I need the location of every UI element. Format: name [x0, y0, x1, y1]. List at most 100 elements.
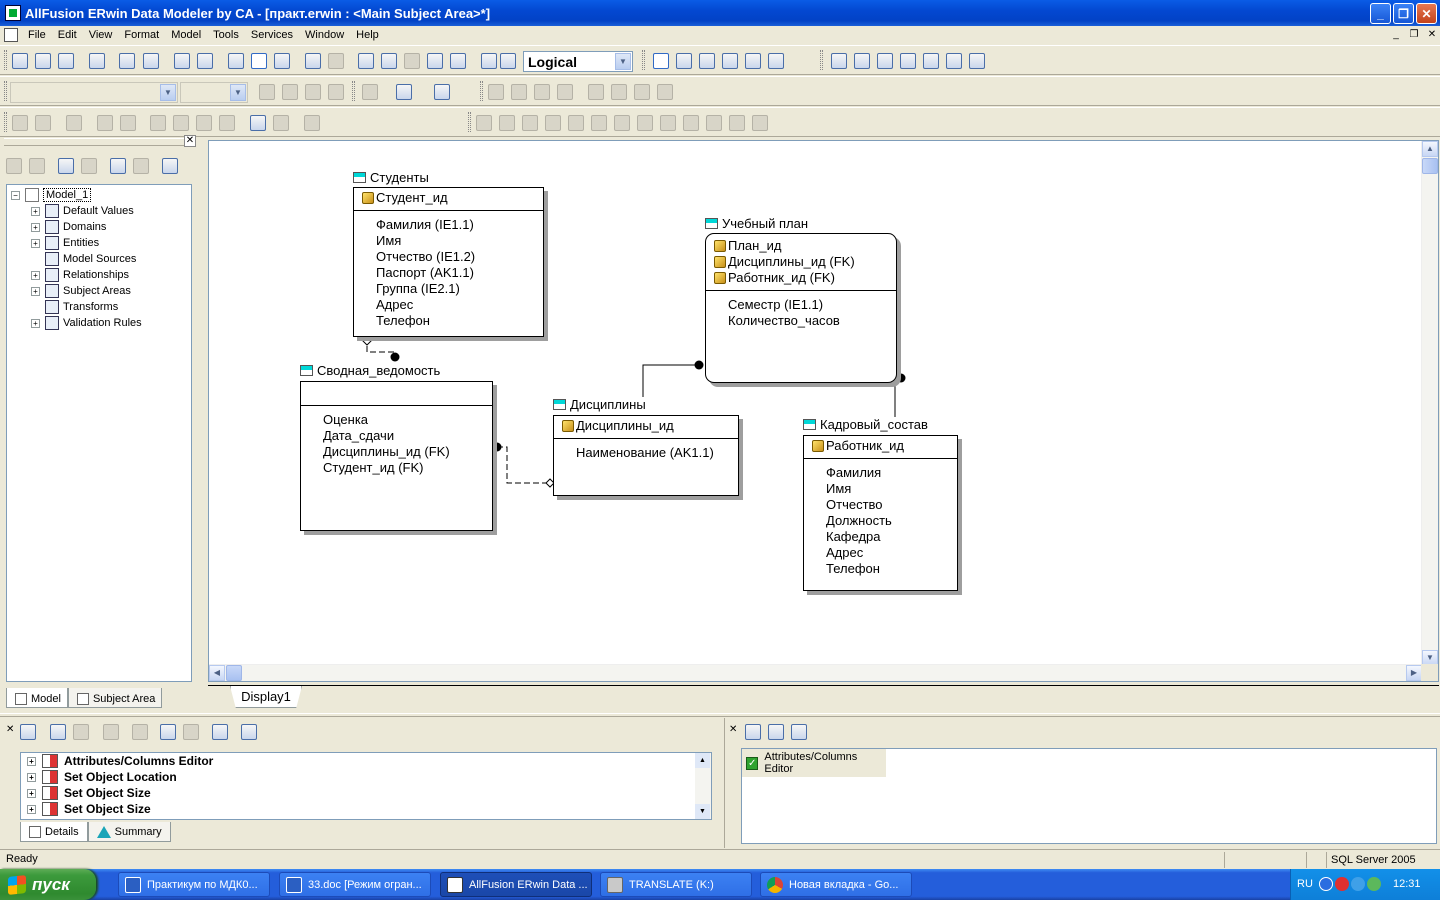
attribute[interactable]: Паспорт (AK1.1) — [376, 265, 543, 281]
font-name-select[interactable]: ▼ — [10, 82, 178, 103]
menu-help[interactable]: Help — [350, 29, 385, 41]
complete-compare-icon[interactable] — [174, 53, 190, 69]
menu-services[interactable]: Services — [245, 29, 299, 41]
expand-icon[interactable]: + — [27, 772, 36, 782]
vertical-scrollbar[interactable]: ▲ ▼ — [1421, 141, 1438, 666]
shape-tool-icon[interactable] — [946, 53, 962, 69]
redo-icon[interactable] — [328, 53, 344, 69]
italic-icon[interactable] — [282, 84, 298, 100]
editor-bookmark-icon[interactable] — [791, 724, 807, 740]
arrange-down-icon[interactable] — [614, 115, 630, 131]
tray-network-icon[interactable] — [1351, 877, 1365, 891]
list-item[interactable]: ✓ Attributes/Columns Editor — [742, 749, 886, 777]
list-item[interactable]: + Set Object Location — [21, 769, 711, 785]
scroll-up-icon[interactable]: ▲ — [695, 753, 710, 768]
erwin-app-icon[interactable] — [5, 5, 21, 21]
taskbar-item-doc[interactable]: 33.doc [Режим огран... — [279, 872, 431, 897]
toolbar-grip[interactable] — [4, 112, 7, 132]
entity-summary[interactable]: Оценка Дата_сдачи Дисциплины_ид (FK) Сту… — [300, 381, 493, 531]
lock-icon[interactable] — [66, 115, 82, 131]
action-filter-icon[interactable] — [212, 724, 228, 740]
list-item[interactable]: + Attributes/Columns Editor — [21, 753, 711, 769]
action-undo-icon[interactable] — [103, 724, 119, 740]
attribute[interactable]: Наименование (AK1.1) — [576, 445, 738, 461]
space-horizontal-icon[interactable] — [588, 84, 604, 100]
explorer-bookmark-icon[interactable] — [162, 158, 178, 174]
tree-item-domains[interactable]: + Domains — [31, 219, 106, 235]
make-same-size-icon[interactable] — [657, 84, 673, 100]
action-find-icon[interactable] — [50, 724, 66, 740]
attribute[interactable]: Телефон — [376, 313, 543, 329]
explorer-forward-icon[interactable] — [29, 158, 45, 174]
scroll-down-icon[interactable]: ▼ — [695, 804, 710, 819]
bold-icon[interactable] — [259, 84, 275, 100]
display-level-icon[interactable] — [481, 53, 497, 69]
chevron-down-icon[interactable]: ▼ — [230, 84, 246, 101]
list-item[interactable]: + Set Object Size — [21, 801, 711, 817]
entity-title-students[interactable]: Студенты — [353, 170, 429, 185]
scroll-thumb[interactable] — [226, 665, 242, 681]
start-button[interactable]: пуск — [0, 869, 96, 900]
find-replace-icon[interactable] — [143, 53, 159, 69]
zoom-in-icon[interactable] — [381, 53, 397, 69]
undo-icon[interactable] — [305, 53, 321, 69]
tab-model[interactable]: Model — [6, 688, 68, 708]
tree-item-validation-rules[interactable]: + Validation Rules — [31, 315, 142, 331]
layout-tree-icon[interactable] — [499, 115, 515, 131]
strikeout-icon[interactable] — [328, 84, 344, 100]
tab-subject-area[interactable]: Subject Area — [67, 688, 163, 708]
action-details-icon[interactable] — [20, 724, 36, 740]
layout-hierarchy-icon[interactable] — [522, 115, 538, 131]
circular-layout-icon[interactable] — [683, 115, 699, 131]
mart-merge-icon[interactable] — [150, 115, 166, 131]
arrange-icon[interactable] — [660, 115, 676, 131]
list-item[interactable]: + Set Object Size — [21, 785, 711, 801]
mart-refresh-icon[interactable] — [173, 115, 189, 131]
tab-display1[interactable]: Display1 — [230, 686, 302, 708]
toolbar-grip[interactable] — [468, 112, 471, 132]
expand-icon[interactable]: + — [27, 804, 36, 814]
expand-icon[interactable]: + — [31, 318, 40, 328]
relationship-disciplines-plan[interactable] — [642, 364, 699, 397]
entity-disciplines[interactable]: Дисциплины_ид Наименование (AK1.1) — [553, 415, 739, 496]
action-log-list[interactable]: + Attributes/Columns Editor + Set Object L… — [20, 752, 712, 820]
explorer-find-next-icon[interactable] — [133, 158, 149, 174]
expand-icon[interactable]: + — [31, 270, 40, 280]
tree-item-relationships[interactable]: + Relationships — [31, 267, 129, 283]
expand-icon[interactable]: + — [27, 756, 36, 766]
scroll-up-icon[interactable]: ▲ — [1422, 141, 1438, 157]
menu-window[interactable]: Window — [299, 29, 350, 41]
align-center-icon[interactable] — [511, 84, 527, 100]
explorer-back-icon[interactable] — [6, 158, 22, 174]
action-move-up-icon[interactable] — [160, 724, 176, 740]
attribute[interactable]: Должность — [826, 513, 957, 529]
menu-edit[interactable]: Edit — [52, 29, 83, 41]
action-log-close-icon[interactable]: ✕ — [6, 724, 14, 735]
tree-item-model[interactable]: − Model_1 — [11, 187, 92, 203]
toolbar-grip[interactable] — [4, 50, 7, 70]
language-indicator[interactable]: RU — [1297, 878, 1313, 890]
tree-item-model-sources[interactable]: Model Sources — [31, 251, 136, 267]
pane-splitter[interactable] — [0, 713, 1440, 717]
menu-view[interactable]: View — [83, 29, 119, 41]
entity-tool-icon[interactable] — [676, 53, 692, 69]
entity-title-staff[interactable]: Кадровый_состав — [803, 417, 928, 432]
entity-title-plan[interactable]: Учебный план — [705, 216, 808, 231]
minimize-button[interactable]: _ — [1370, 3, 1391, 24]
toolbox-icon[interactable] — [251, 53, 267, 69]
attribute[interactable]: Отчество — [826, 497, 957, 513]
line-color-icon[interactable] — [434, 84, 450, 100]
mart-report-icon[interactable] — [219, 115, 235, 131]
scroll-right-icon[interactable]: ▶ — [1406, 665, 1422, 681]
tree-item-entities[interactable]: + Entities — [31, 235, 99, 251]
attribute[interactable]: Имя — [826, 481, 957, 497]
collapse-icon[interactable]: − — [11, 190, 20, 200]
save-icon[interactable] — [58, 53, 74, 69]
tree-item-transforms[interactable]: Transforms — [31, 299, 118, 315]
menu-format[interactable]: Format — [118, 29, 165, 41]
scroll-thumb[interactable] — [1422, 158, 1438, 174]
display-level-dropdown-icon[interactable] — [500, 53, 516, 69]
taskbar-item-erwin[interactable]: AllFusion ERwin Data ... — [440, 872, 592, 897]
doc-restore-icon[interactable]: ❐ — [1406, 28, 1422, 42]
tray-arrow-icon[interactable] — [1319, 877, 1333, 891]
